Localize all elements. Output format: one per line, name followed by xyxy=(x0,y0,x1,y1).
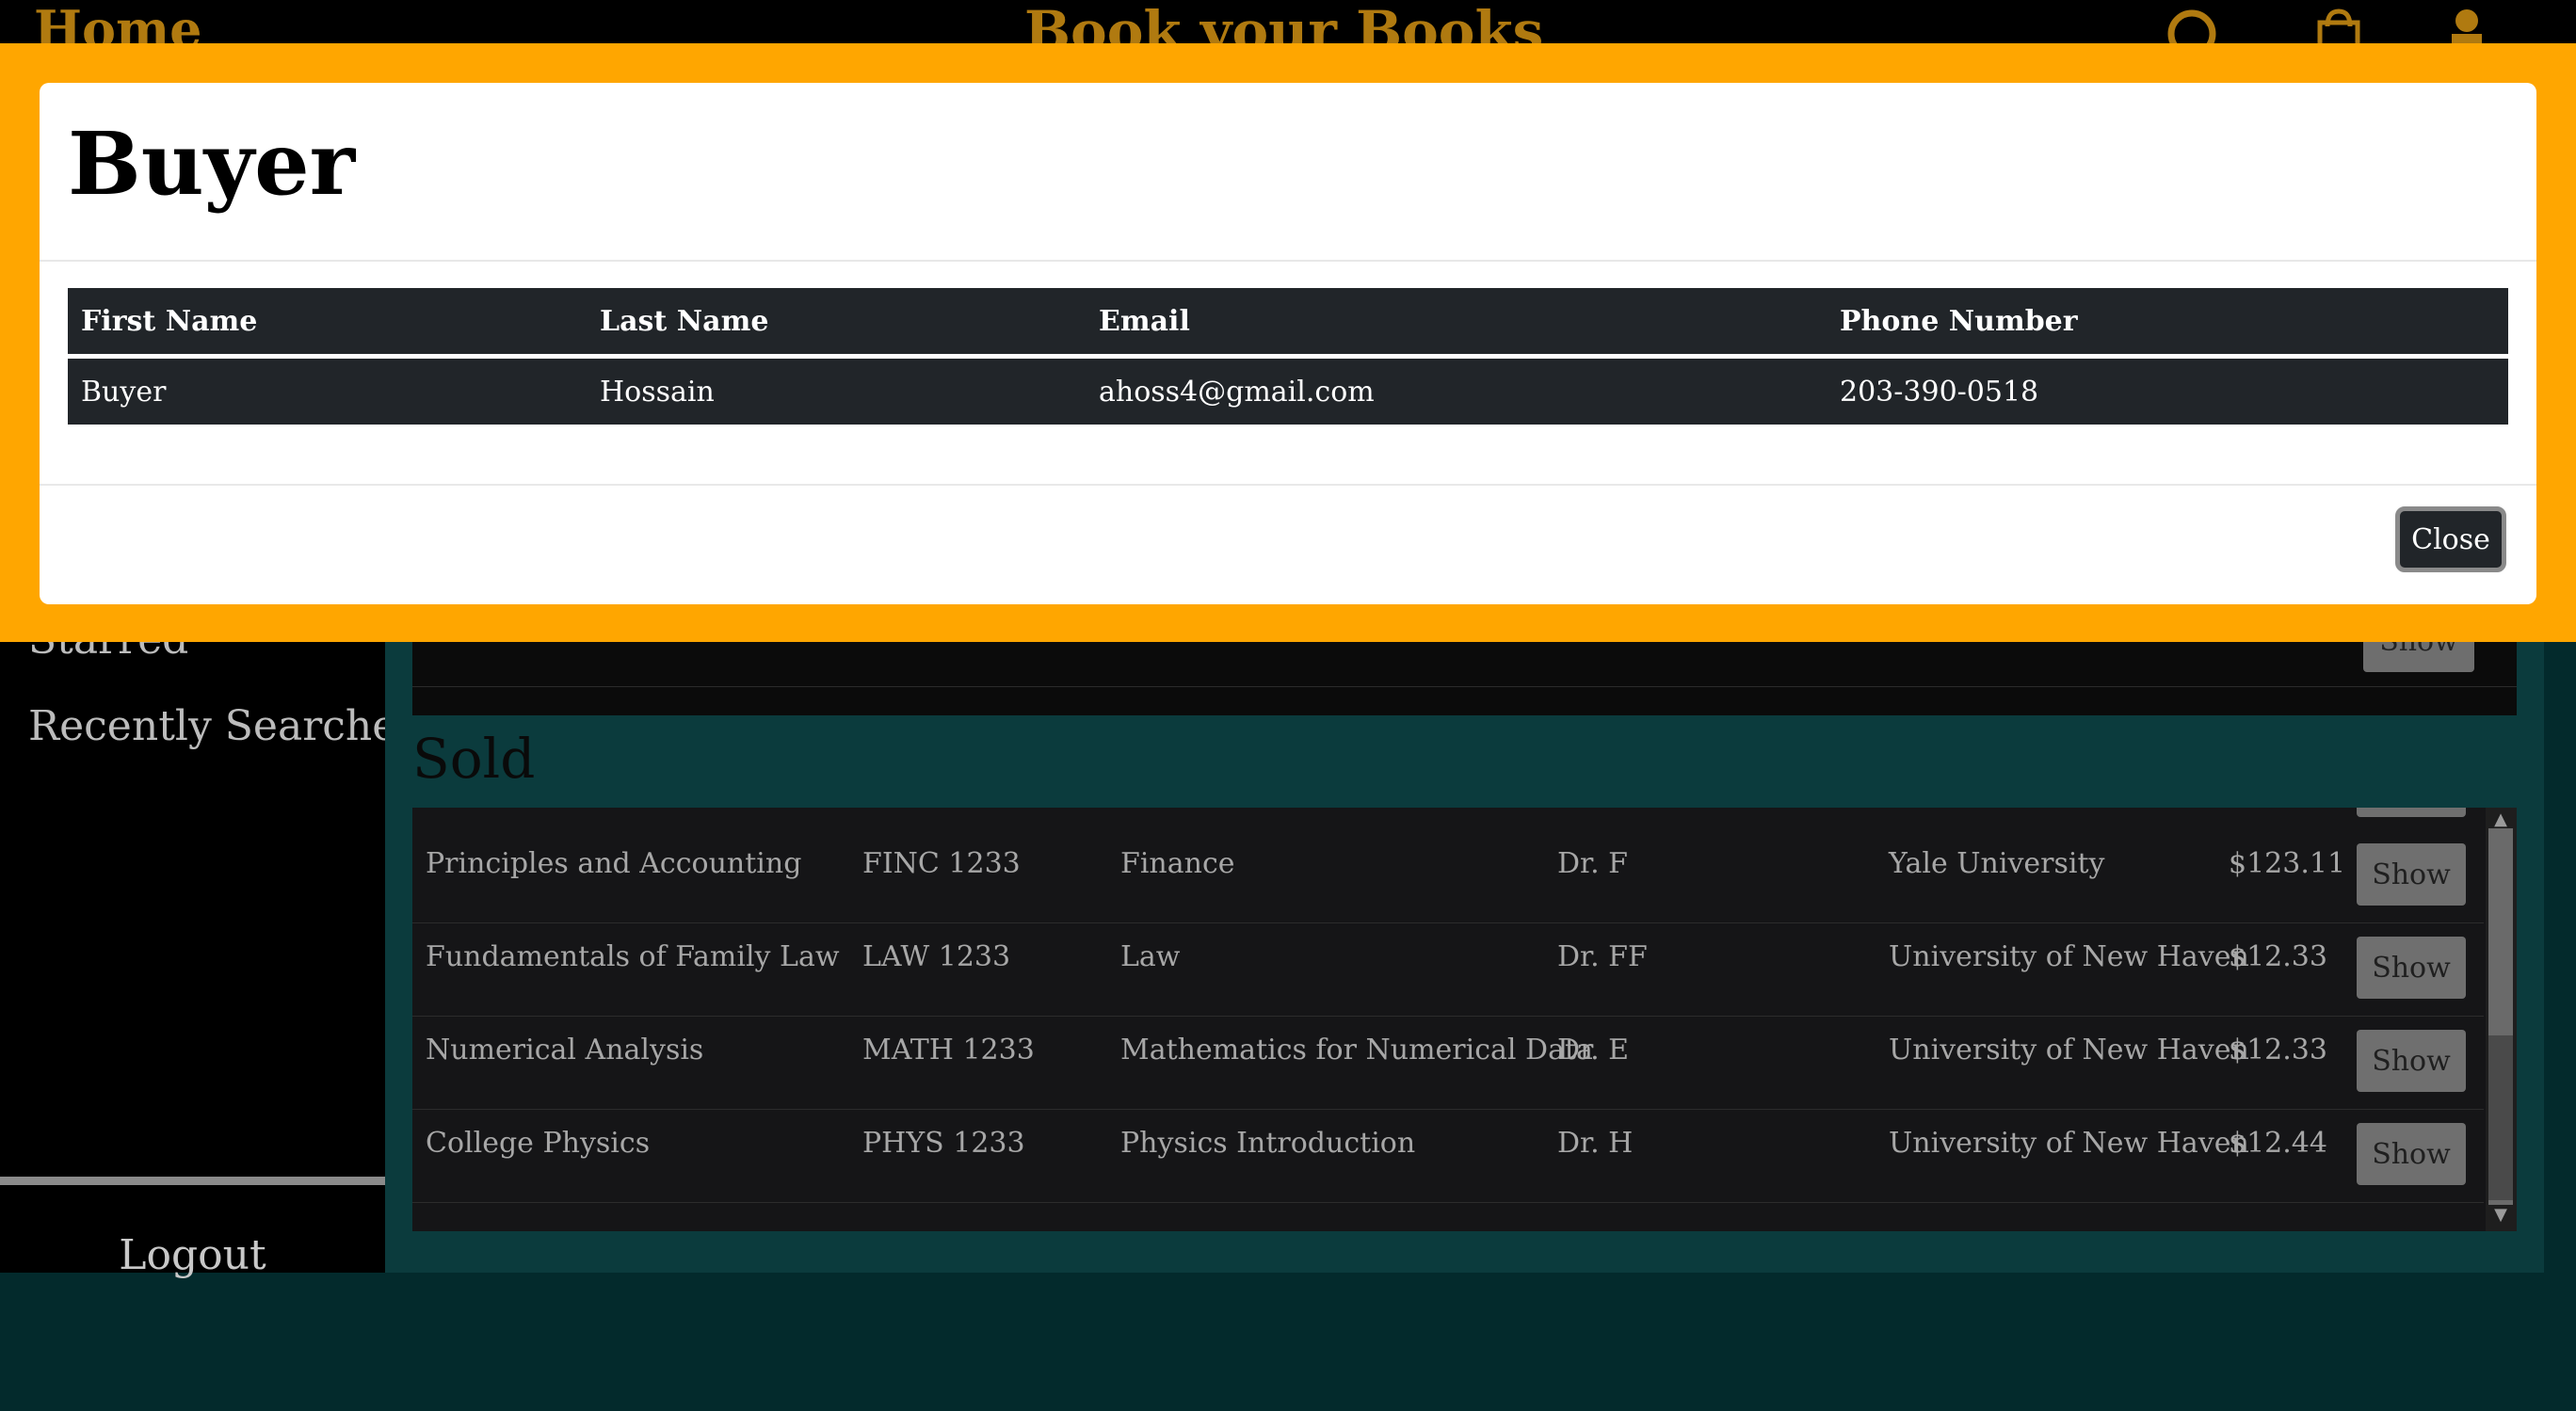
previous-table-panel xyxy=(412,640,2517,715)
buyer-modal: Buyer First Name Last Name Email Phone N… xyxy=(40,83,2536,604)
table-row: Numerical Analysis MATH 1233 Mathematics… xyxy=(412,1017,2484,1110)
cell-subject: Law xyxy=(1120,940,1181,973)
cell-course: FINC 1233 xyxy=(862,847,1021,880)
modal-footer-divider xyxy=(40,484,2536,486)
cell-professor: Dr. E xyxy=(1557,1034,1630,1066)
modal-title: Buyer xyxy=(68,113,356,215)
user-icon[interactable] xyxy=(2446,6,2487,43)
table-row: Buyer Hossain ahoss4@gmail.com 203-390-0… xyxy=(68,356,2508,425)
search-icon[interactable] xyxy=(2164,6,2220,43)
scroll-down-arrow-icon[interactable]: ▼ xyxy=(2488,1205,2513,1226)
cell-title: Principles and Accounting xyxy=(426,847,802,880)
cell-price: $12.33 xyxy=(2229,1034,2327,1066)
cell-school: University of New Haven xyxy=(1889,1034,2249,1066)
cell-price: $12.33 xyxy=(2229,940,2327,973)
scroll-up-arrow-icon[interactable]: ▲ xyxy=(2488,810,2513,830)
cell-price: $123.11 xyxy=(2229,847,2346,880)
site-title: Book your Books xyxy=(1024,0,1544,43)
shopping-bag-icon[interactable] xyxy=(2314,6,2363,43)
cell-subject: Finance xyxy=(1120,847,1235,880)
cell-phone-number: 203-390-0518 xyxy=(1827,356,2508,425)
sold-table: Principles and Accounting FINC 1233 Fina… xyxy=(412,808,2517,1231)
header-email: Email xyxy=(1086,288,1827,359)
top-navbar: Home Book your Books xyxy=(0,0,2576,43)
cell-first-name: Buyer xyxy=(68,356,587,425)
header-first-name: First Name xyxy=(68,288,587,359)
table-row: Principles and Accounting FINC 1233 Fina… xyxy=(412,830,2484,923)
close-button[interactable]: Close xyxy=(2395,506,2506,572)
table-header-row: First Name Last Name Email Phone Number xyxy=(68,288,2508,359)
buyer-table: First Name Last Name Email Phone Number … xyxy=(68,288,2508,425)
cell-professor: Dr. F xyxy=(1557,847,1628,880)
cell-subject: Mathematics for Numerical Data xyxy=(1120,1034,1593,1066)
header-last-name: Last Name xyxy=(587,288,1086,359)
show-button[interactable]: Show xyxy=(2357,843,2466,906)
show-button[interactable]: Show xyxy=(2357,1030,2466,1092)
cell-subject: Physics Introduction xyxy=(1120,1127,1416,1160)
cell-last-name: Hossain xyxy=(587,356,1086,425)
cell-school: Yale University xyxy=(1889,847,2105,880)
cell-course: PHYS 1233 xyxy=(862,1127,1025,1160)
cell-school: University of New Haven xyxy=(1889,1127,2249,1160)
table-row: Fundamentals of Family Law LAW 1233 Law … xyxy=(412,923,2484,1017)
show-button[interactable]: Show xyxy=(2357,937,2466,999)
cell-professor: Dr. H xyxy=(1557,1127,1634,1160)
cell-title: College Physics xyxy=(426,1127,651,1160)
scrollbar-thumb[interactable] xyxy=(2488,1035,2513,1200)
cell-price: $12.44 xyxy=(2229,1127,2327,1160)
nav-home-link[interactable]: Home xyxy=(34,4,202,43)
cell-course: MATH 1233 xyxy=(862,1034,1035,1066)
logout-button[interactable]: Logout xyxy=(0,1231,385,1279)
table-row: College Physics PHYS 1233 Physics Introd… xyxy=(412,1110,2484,1203)
cell-course: LAW 1233 xyxy=(862,940,1011,973)
cell-professor: Dr. FF xyxy=(1557,940,1648,973)
cell-school: University of New Haven xyxy=(1889,940,2249,973)
row-divider xyxy=(412,686,2517,687)
sidebar-divider xyxy=(0,1177,385,1185)
sold-section-title: Sold xyxy=(412,727,536,791)
modal-header-divider xyxy=(40,260,2536,262)
cell-email: ahoss4@gmail.com xyxy=(1086,356,1827,425)
header-phone-number: Phone Number xyxy=(1827,288,2508,359)
show-button-partial[interactable] xyxy=(2357,808,2466,817)
cell-title: Numerical Analysis xyxy=(426,1034,704,1066)
cell-title: Fundamentals of Family Law xyxy=(426,940,840,973)
sidebar-item-recently-searched[interactable]: Recently Searched xyxy=(28,702,423,750)
show-button[interactable]: Show xyxy=(2357,1123,2466,1185)
